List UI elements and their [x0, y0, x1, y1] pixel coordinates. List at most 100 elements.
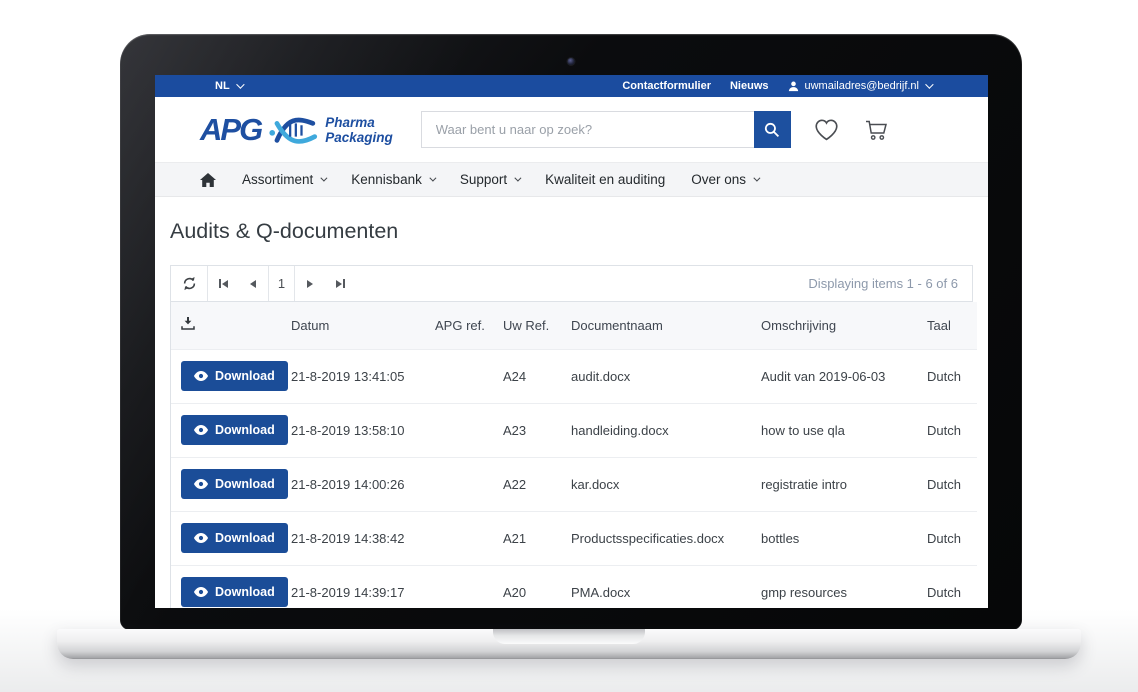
column-header-omschrijving[interactable]: Omschrijving	[761, 302, 927, 349]
column-header-download	[171, 302, 291, 349]
next-page-icon	[307, 280, 313, 288]
language-label: NL	[215, 80, 230, 92]
column-header-taal[interactable]: Taal	[927, 302, 977, 349]
download-button[interactable]: Download	[181, 523, 288, 553]
table-row: Download 21-8-2019 13:58:10 A23 handleid…	[171, 403, 977, 457]
download-button-label: Download	[215, 423, 275, 437]
logo-sub-line1: Pharma	[325, 115, 375, 130]
cell-documentnaam: PMA.docx	[571, 565, 761, 608]
column-header-documentnaam[interactable]: Documentnaam	[571, 302, 761, 349]
cell-omschrijving: registratie intro	[761, 457, 927, 511]
search-button[interactable]	[754, 111, 791, 148]
cell-documentnaam: kar.docx	[571, 457, 761, 511]
pager-prev-button[interactable]	[238, 266, 268, 301]
nav-item-label: Support	[460, 172, 507, 187]
wishlist-button[interactable]	[813, 118, 840, 142]
cell-omschrijving: gmp resources	[761, 565, 927, 608]
cell-uw-ref: A22	[503, 457, 571, 511]
chevron-down-icon	[429, 175, 436, 182]
account-menu[interactable]: uwmailadres@bedrijf.nl	[788, 80, 932, 92]
cell-datum: 21-8-2019 14:38:42	[291, 511, 435, 565]
cell-taal: Dutch	[927, 511, 977, 565]
pager-next-button[interactable]	[295, 266, 325, 301]
column-header-uw-ref[interactable]: Uw Ref.	[503, 302, 571, 349]
logo[interactable]: APG Pharma Packaging	[200, 113, 393, 147]
cell-uw-ref: A24	[503, 349, 571, 403]
documents-table: Datum APG ref. Uw Ref. Documentnaam Omsc…	[171, 302, 977, 608]
first-page-icon	[219, 279, 228, 288]
cell-taal: Dutch	[927, 349, 977, 403]
eye-icon	[194, 371, 208, 381]
pager-last-button[interactable]	[325, 266, 355, 301]
user-icon	[788, 81, 799, 92]
download-button[interactable]: Download	[181, 361, 288, 391]
search-input[interactable]	[421, 111, 754, 148]
download-cell: Download	[171, 403, 291, 457]
cell-uw-ref: A21	[503, 511, 571, 565]
nav-item-label: Over ons	[691, 172, 746, 187]
cell-taal: Dutch	[927, 565, 977, 608]
pager-current-page[interactable]: 1	[268, 266, 295, 301]
cell-uw-ref: A20	[503, 565, 571, 608]
home-icon	[200, 173, 216, 187]
cell-datum: 21-8-2019 14:39:17	[291, 565, 435, 608]
cell-omschrijving: bottles	[761, 511, 927, 565]
cell-omschrijving: Audit van 2019-06-03	[761, 349, 927, 403]
previous-page-icon	[250, 280, 256, 288]
chevron-down-icon	[925, 80, 933, 88]
download-button[interactable]: Download	[181, 577, 288, 607]
site-header: APG Pharma Packaging	[155, 97, 988, 162]
page-title: Audits & Q-documenten	[170, 219, 973, 244]
pager-first-button[interactable]	[208, 266, 238, 301]
heart-icon	[813, 118, 840, 142]
cell-omschrijving: how to use qla	[761, 403, 927, 457]
table-header-row: Datum APG ref. Uw Ref. Documentnaam Omsc…	[171, 302, 977, 349]
main-nav: Assortiment Kennisbank Support Kwaliteit…	[155, 162, 988, 197]
chevron-down-icon	[236, 80, 244, 88]
cell-taal: Dutch	[927, 403, 977, 457]
contact-form-link[interactable]: Contactformulier	[622, 80, 711, 92]
eye-icon	[194, 533, 208, 543]
refresh-button[interactable]	[171, 266, 208, 301]
nav-home[interactable]	[200, 173, 216, 187]
laptop-screen-bezel: NL Contactformulier Nieuws uwmailadres@b…	[120, 34, 1022, 630]
cell-apg-ref	[435, 511, 503, 565]
logo-apg-text: APG	[200, 114, 261, 145]
nav-item[interactable]: Over ons	[691, 172, 758, 187]
cell-datum: 21-8-2019 13:58:10	[291, 403, 435, 457]
logo-sub-line2: Packaging	[325, 130, 393, 145]
cell-taal: Dutch	[927, 457, 977, 511]
cart-button[interactable]	[864, 118, 890, 142]
nav-item[interactable]: Kennisbank	[351, 172, 434, 187]
nav-item[interactable]: Support	[460, 172, 519, 187]
table-row: Download 21-8-2019 14:38:42 A21 Products…	[171, 511, 977, 565]
website-viewport: NL Contactformulier Nieuws uwmailadres@b…	[155, 75, 988, 608]
download-button[interactable]: Download	[181, 415, 288, 445]
nav-item[interactable]: Kwaliteit en auditing	[545, 172, 665, 187]
download-cell: Download	[171, 511, 291, 565]
download-button-label: Download	[215, 369, 275, 383]
download-cell: Download	[171, 565, 291, 608]
webcam-dot	[568, 58, 575, 65]
search-bar	[421, 111, 791, 148]
download-button-label: Download	[215, 531, 275, 545]
eye-icon	[194, 479, 208, 489]
table-row: Download 21-8-2019 14:39:17 A20 PMA.docx…	[171, 565, 977, 608]
nav-item-label: Assortiment	[242, 172, 313, 187]
search-icon	[764, 122, 780, 138]
download-button[interactable]: Download	[181, 469, 288, 499]
laptop-base	[57, 629, 1081, 659]
cell-documentnaam: Productsspecificaties.docx	[571, 511, 761, 565]
column-header-datum[interactable]: Datum	[291, 302, 435, 349]
language-selector[interactable]: NL	[215, 80, 242, 92]
table-row: Download 21-8-2019 13:41:05 A24 audit.do…	[171, 349, 977, 403]
nav-item-label: Kwaliteit en auditing	[545, 172, 665, 187]
news-link[interactable]: Nieuws	[730, 80, 769, 92]
utility-topbar: NL Contactformulier Nieuws uwmailadres@b…	[155, 75, 988, 97]
nav-item[interactable]: Assortiment	[242, 172, 325, 187]
documents-grid: 1 Displaying items 1 - 6 of 6	[170, 265, 973, 608]
cell-documentnaam: handleiding.docx	[571, 403, 761, 457]
eye-icon	[194, 587, 208, 597]
column-header-apg-ref[interactable]: APG ref.	[435, 302, 503, 349]
download-cell: Download	[171, 349, 291, 403]
